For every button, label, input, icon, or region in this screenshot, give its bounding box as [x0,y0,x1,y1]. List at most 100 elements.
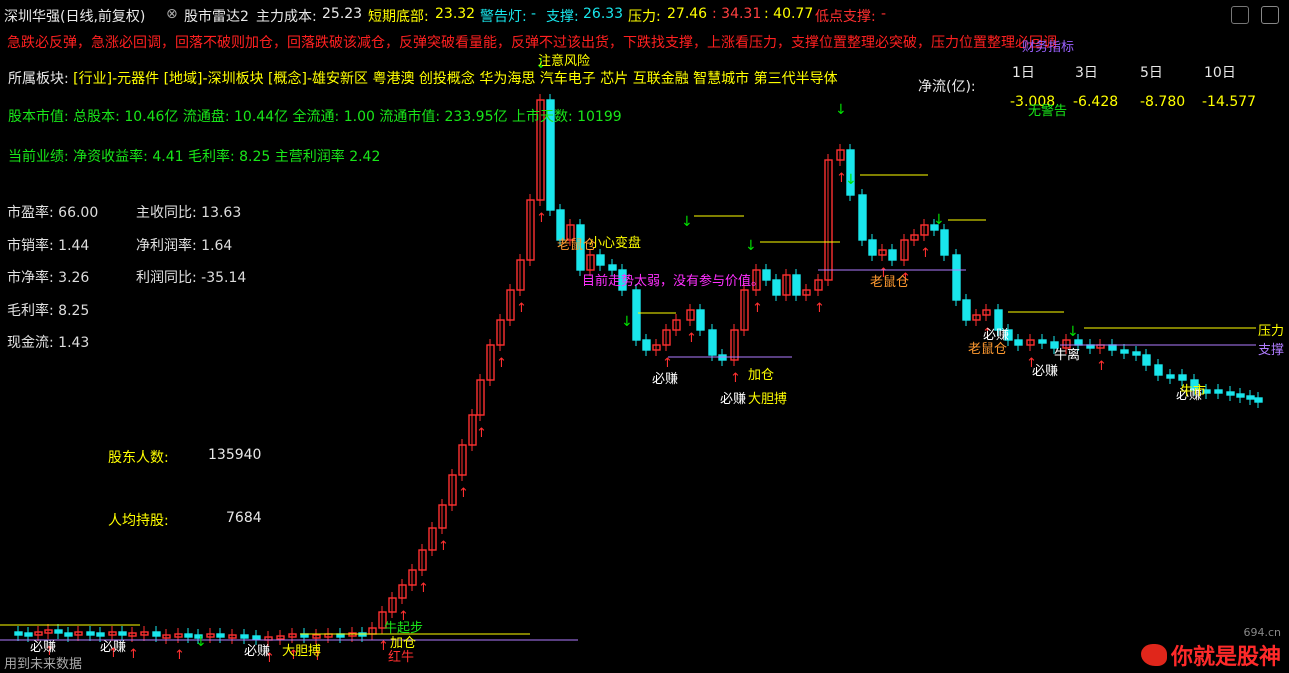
signal-must-earn-8: 必赚 [720,392,747,407]
holders-count-value: 135940 [208,447,262,463]
candle-body [118,631,127,636]
candle-body [1142,354,1151,366]
candle-body [1214,389,1223,394]
ratio-row: 市销率: 1.44 [7,237,90,254]
buy-arrow: ↑ [730,371,741,386]
candle-body [792,274,801,296]
sell-arrow: ↓ [621,314,633,330]
warning-status: 无警告 [1028,104,1068,119]
sell-arrow: ↓ [933,212,945,228]
pressure-marker: 压力 [1258,324,1285,339]
signal-old-rat-1: 老鼠仓 [557,238,597,253]
candle-body [858,194,867,241]
ratio-row: 市净率: 3.26 [7,270,90,286]
buy-arrow: ↑ [496,356,507,371]
netflow-10d-value: -14.577 [1202,94,1257,110]
watermark: 694.cn 你就是股神 [1140,626,1281,671]
buy-arrow: ↑ [1096,359,1107,374]
signal-add-1: 加仓 [748,368,775,383]
signal-old-rat-2: 老鼠仓 [870,275,910,290]
candle-body [1166,374,1175,379]
netflow-3d-value: -6.428 [1073,94,1119,110]
candle-body [708,329,717,356]
signal-must-earn-1: 必赚 [652,372,679,387]
buy-arrow: ↑ [418,581,429,596]
netflow-3d-header: 3日 [1075,65,1098,81]
avg-holding-value: 7684 [226,510,262,526]
dragon-logo-icon [1140,644,1167,666]
netflow-10d-header: 10日 [1204,65,1236,81]
signal-hold: 牛市 [1180,384,1207,399]
financial-ratios-2: 主收同比: 13.63 净利润率: 1.64 利润同比: -35.14 [136,197,246,295]
signal-bold-2: 大胆搏 [282,644,322,659]
candle-body [952,254,961,301]
support-marker: 支撑 [1258,343,1285,358]
signal-weak: 目前走势太弱，没有参与价值。 [582,274,765,289]
watermark-slogan: 你就是股神 [1170,645,1281,670]
sector-label: 所属板块: [8,71,69,87]
candle-body [1154,364,1163,376]
signal-jump: 牛离 [1054,348,1081,363]
sell-arrow: ↓ [681,214,693,230]
signal-must-earn-7: 必赚 [244,644,271,659]
buy-arrow: ↑ [752,301,763,316]
candle-body [632,289,641,341]
candle-body [762,269,771,281]
candle-body [64,632,73,637]
sell-arrow: ↓ [835,102,847,118]
sell-arrow: ↓ [195,634,207,650]
candle-body [962,299,971,321]
holders-count-label: 股东人数: [108,450,169,466]
candle-body [1226,391,1235,396]
buy-arrow: ↑ [438,539,449,554]
ratio-row: 净利润率: 1.64 [136,237,233,254]
candle-body [1132,351,1141,356]
sell-arrow: ↓ [1067,324,1079,340]
signal-bold-1: 大胆搏 [748,392,788,407]
signal-start: 牛起步 [384,621,424,636]
buy-arrow: ↑ [814,301,825,316]
candle-body [14,631,23,636]
netflow-1d-header: 1日 [1012,65,1035,81]
candle-body [772,279,781,296]
candle-body [1236,393,1245,398]
netflow-5d-value: -8.780 [1140,94,1186,110]
signal-attention: 注意风险 [538,54,591,69]
candle-body [216,633,225,638]
ratio-row: 主收同比: 13.63 [136,205,242,221]
candle-body [1254,397,1263,403]
signal-careful: 小心变盘 [589,236,642,251]
candle-body [1120,349,1129,354]
ratio-row: 毛利率: 8.25 [7,302,90,319]
candle-body [696,309,705,331]
buy-arrow: ↑ [920,246,931,261]
buy-arrow: ↑ [458,486,469,501]
candle-body [1108,344,1117,351]
signal-must-earn-2: 必赚 [983,328,1010,343]
netflow-5d-header: 5日 [1140,65,1163,81]
ratio-row: 利润同比: -35.14 [136,270,247,286]
ratio-row: 现金流: 1.43 [7,335,90,351]
candle-body [596,254,605,266]
sector-value: [行业]-元器件 [地域]-深圳板块 [概念]-雄安新区 粤港澳 创投概念 华为… [73,71,838,87]
buy-arrow: ↑ [128,647,139,662]
future-data-note: 用到未来数据 [4,657,83,672]
buy-arrow: ↑ [516,301,527,316]
sell-arrow: ↓ [745,238,757,254]
sell-arrow: ↓ [845,172,857,188]
candle-body [1014,339,1023,346]
netflow-label: 净流(亿): [918,79,976,95]
signal-must-earn-6: 必赚 [100,640,127,655]
buy-arrow: ↑ [536,211,547,226]
candle-body [868,239,877,256]
buy-arrow: ↑ [686,331,697,346]
candle-body [54,629,63,634]
candle-body [152,631,161,637]
candle-body [940,229,949,256]
candle-body [1038,339,1047,344]
candle-body [184,633,193,638]
candle-body [86,631,95,636]
buy-arrow: ↑ [476,426,487,441]
financial-ratios: 市盈率: 66.00 市销率: 1.44 市净率: 3.26 毛利率: 8.25… [7,197,98,360]
financial-indicator-tab[interactable]: 财务指标 [1022,36,1074,55]
